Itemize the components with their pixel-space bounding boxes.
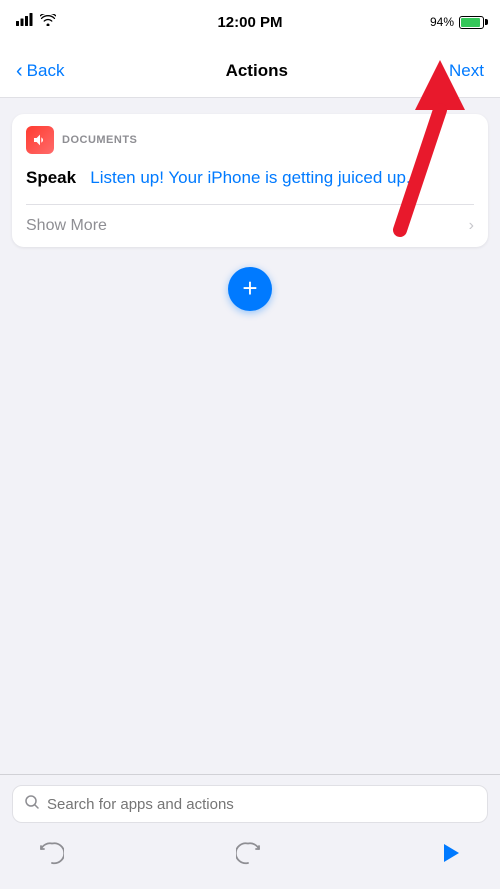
card-header: DOCUMENTS	[12, 114, 488, 162]
undo-button[interactable]	[32, 835, 68, 871]
redo-button[interactable]	[232, 835, 268, 871]
cell-signal-icon	[16, 13, 34, 31]
action-card: DOCUMENTS Speak Listen up! Your iPhone i…	[12, 114, 488, 247]
card-category: DOCUMENTS	[62, 134, 137, 146]
play-button[interactable]	[432, 835, 468, 871]
search-input[interactable]	[47, 796, 475, 813]
page-title: Actions	[226, 61, 288, 81]
back-button[interactable]: ‹ Back	[16, 61, 64, 81]
search-icon	[25, 795, 39, 813]
bottom-toolbar	[12, 823, 488, 879]
add-button-container: +	[12, 267, 488, 311]
add-action-button[interactable]: +	[228, 267, 272, 311]
battery-fill	[461, 18, 480, 27]
battery-icon	[459, 16, 484, 29]
show-more-label: Show More	[26, 217, 107, 235]
status-left	[16, 13, 172, 31]
back-arrow-icon: ‹	[16, 61, 23, 81]
battery-percentage: 94%	[430, 15, 454, 29]
nav-bar: ‹ Back Actions Next	[0, 44, 500, 98]
status-right: 94%	[328, 15, 484, 29]
card-footer[interactable]: Show More ›	[12, 205, 488, 247]
plus-icon: +	[242, 275, 257, 301]
show-more-chevron-icon: ›	[469, 217, 474, 235]
speak-text: Listen up! Your iPhone is getting juiced…	[90, 168, 410, 187]
status-bar: 12:00 PM 94%	[0, 0, 500, 44]
bottom-area	[0, 774, 500, 889]
wifi-icon	[40, 13, 56, 31]
search-bar[interactable]	[12, 785, 488, 823]
next-button[interactable]: Next	[449, 61, 484, 81]
documents-icon	[26, 126, 54, 154]
card-body: Speak Listen up! Your iPhone is getting …	[12, 162, 488, 204]
speak-label: Speak	[26, 168, 76, 187]
main-content: DOCUMENTS Speak Listen up! Your iPhone i…	[0, 98, 500, 327]
status-time: 12:00 PM	[172, 14, 328, 31]
back-label: Back	[27, 61, 65, 81]
